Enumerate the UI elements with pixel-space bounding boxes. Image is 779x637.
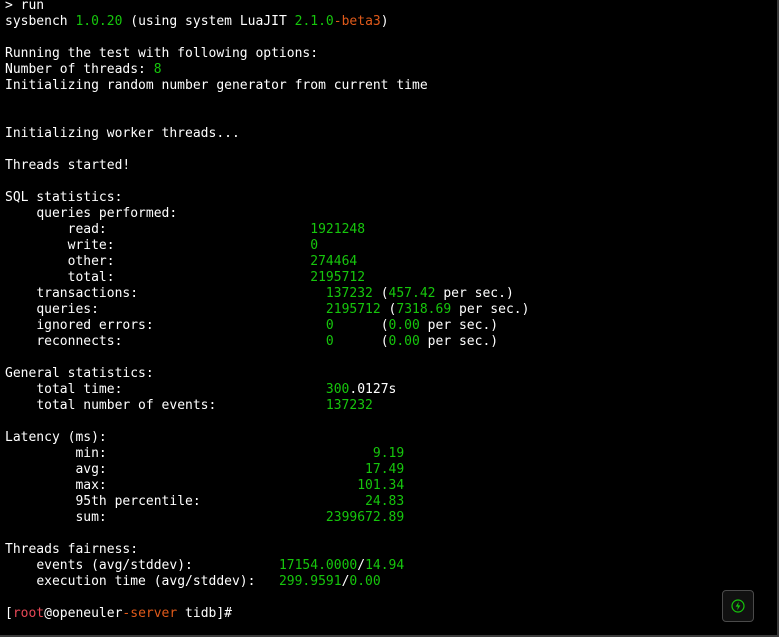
init-rng-line: Initializing random number generator fro…: [5, 78, 428, 93]
stat-row-total-time: total time: 300.0127s: [36, 382, 397, 397]
latency-row-95th: 95th percentile: 24.83: [75, 494, 405, 509]
stat-row-transactions: transactions: 137232 (457.42 per sec.): [36, 286, 514, 301]
latency-header: Latency (ms):: [5, 430, 107, 445]
threads-fairness-header: Threads fairness:: [5, 542, 139, 557]
threads-started-line: Threads started!: [5, 158, 131, 173]
init-workers-line: Initializing worker threads...: [5, 126, 240, 141]
general-statistics-header: General statistics:: [5, 366, 154, 381]
fairness-row-execution-time: execution time (avg/stddev): 299.9591/0.…: [36, 574, 381, 589]
terminal-output[interactable]: > run sysbench 1.0.20 (using system LuaJ…: [5, 0, 765, 633]
fairness-row-events: events (avg/stddev): 17154.0000/14.94: [36, 558, 405, 573]
latency-row-max: max: 101.34: [75, 478, 405, 493]
shell-prompt[interactable]: [root@openeuler-server tidb]#: [5, 606, 765, 622]
quick-action-button[interactable]: [722, 590, 754, 622]
stat-row-ignored-errors: ignored errors: 0 (0.00 per sec.): [36, 318, 499, 333]
stat-row-total-events: total number of events: 137232: [36, 398, 373, 413]
stat-row-queries: queries: 2195712 (7318.69 per sec.): [36, 302, 530, 317]
queries-performed-header: queries performed:: [36, 206, 178, 221]
stat-row-total: total: 2195712: [67, 270, 366, 285]
threads-count-line: Number of threads: 8: [5, 62, 162, 77]
sql-statistics-header: SQL statistics:: [5, 190, 123, 205]
latency-row-sum: sum: 2399672.89: [75, 510, 405, 525]
run-command-line: > run: [5, 0, 45, 13]
lightning-bolt-icon: [731, 599, 745, 613]
latency-row-avg: avg: 17.49: [75, 462, 405, 477]
latency-row-min: min: 9.19: [75, 446, 405, 461]
stat-row-other: other: 274464: [67, 254, 358, 269]
sysbench-version-line: sysbench 1.0.20 (using system LuaJIT 2.1…: [5, 14, 389, 29]
stat-row-write: write: 0: [67, 238, 319, 253]
stat-row-reconnects: reconnects: 0 (0.00 per sec.): [36, 334, 499, 349]
stat-row-read: read: 1921248: [67, 222, 366, 237]
running-test-line: Running the test with following options:: [5, 46, 319, 61]
